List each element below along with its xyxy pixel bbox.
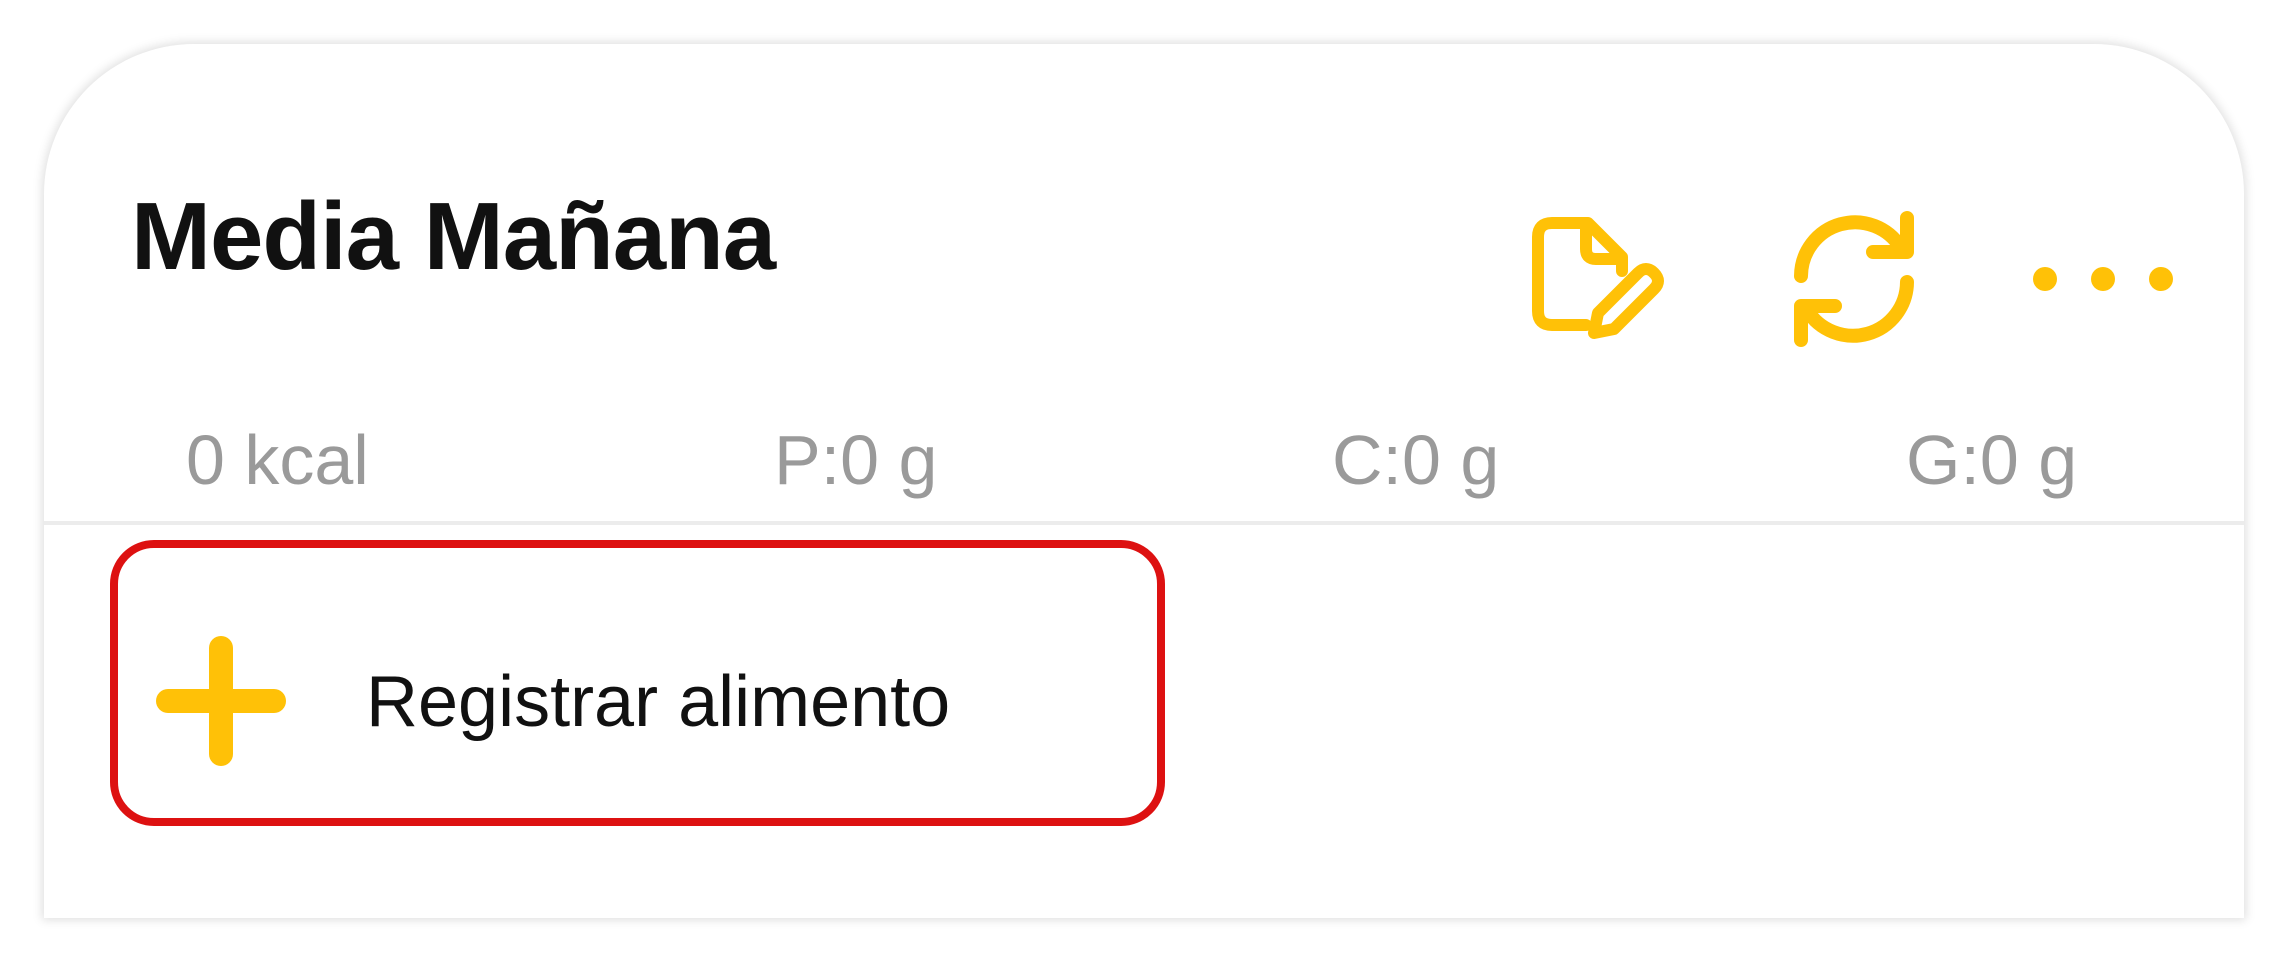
edit-note-icon[interactable] (1524, 209, 1664, 349)
add-food-label: Registrar alimento (366, 662, 951, 742)
screen: Media Mañana 0 kcal P:0 g C:0 g G:0 g Re… (0, 0, 2288, 964)
protein-value: P:0 g (774, 421, 938, 499)
divider (44, 521, 2244, 525)
fat-value: G:0 g (1906, 421, 2078, 499)
calories-value: 0 kcal (186, 421, 369, 499)
plus-icon (156, 636, 286, 766)
more-options-icon[interactable] (2029, 244, 2179, 314)
meal-title: Media Mañana (131, 183, 776, 290)
meal-card: Media Mañana 0 kcal P:0 g C:0 g G:0 g Re… (44, 44, 2244, 918)
sync-icon[interactable] (1779, 204, 1929, 354)
carbs-value: C:0 g (1332, 421, 1500, 499)
